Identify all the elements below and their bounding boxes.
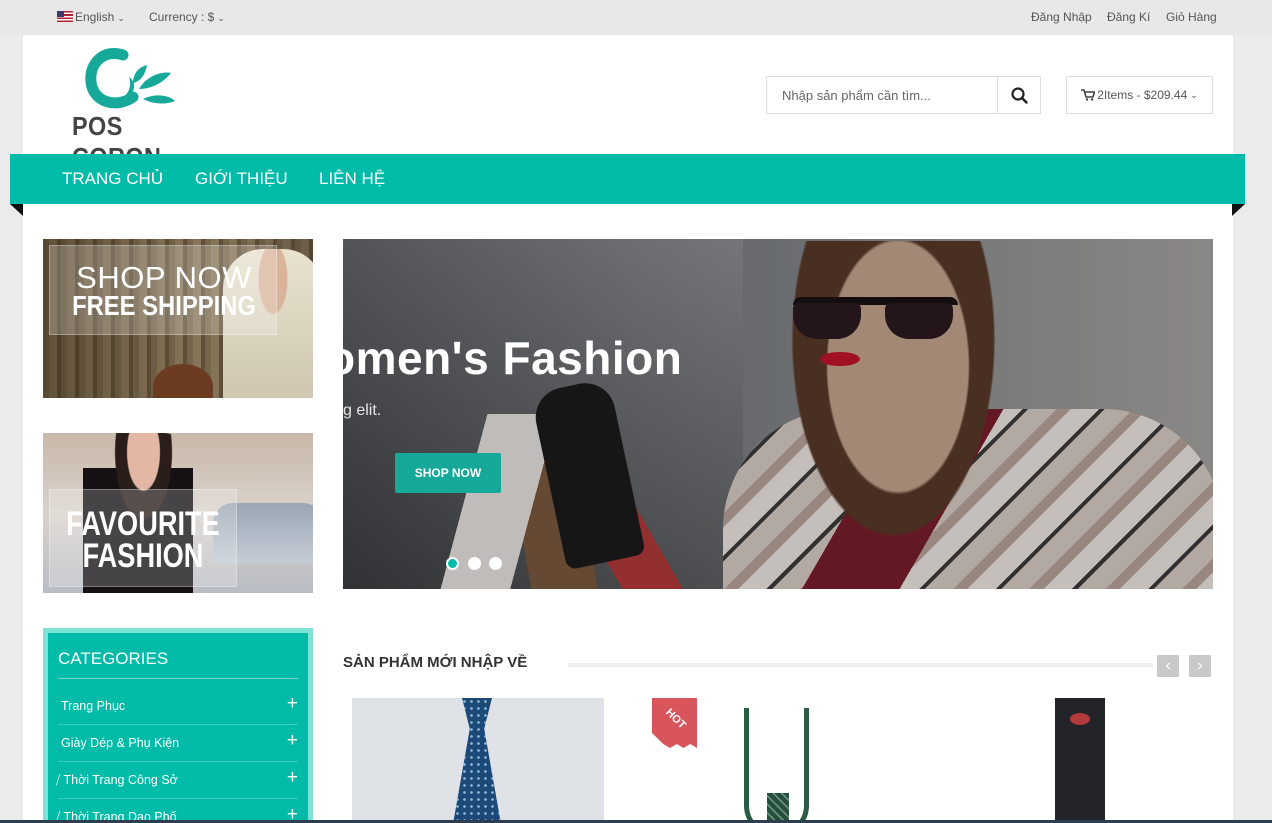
search-icon	[1011, 86, 1028, 104]
logo[interactable]: POS CORON	[71, 47, 206, 172]
flag-us-icon	[57, 11, 73, 22]
banner-line2: FASHION	[82, 537, 204, 575]
nav-item-contact[interactable]: LIÊN HỆ	[319, 169, 385, 189]
banner-line2: FREE SHIPPING	[72, 290, 256, 321]
category-label: Trang Phục	[61, 699, 126, 713]
categories-panel: CATEGORIES Trang Phục + Giày Dép & Phụ K…	[43, 628, 313, 823]
chevron-down-icon: ⌄	[1190, 89, 1198, 100]
category-label: Giày Dép & Phụ Kiện	[61, 736, 180, 750]
category-item[interactable]: ⧸ Thời Trang Công Sở +	[56, 762, 298, 799]
search-button[interactable]	[997, 77, 1041, 113]
language-selector[interactable]: English ⌄	[57, 10, 125, 24]
product-card[interactable]	[352, 698, 604, 823]
hero-slider: omen's Fashion g elit. SHOP NOW	[343, 239, 1213, 589]
nav-item-home[interactable]: TRANG CHỦ	[62, 169, 163, 189]
banner-favourite-fashion[interactable]: FAVOURITE FASHION	[43, 433, 313, 593]
slide-title: omen's Fashion	[343, 332, 683, 384]
chevron-down-icon: ⌄	[117, 13, 125, 23]
cart-icon	[1081, 89, 1096, 101]
product-image-tie-knot	[767, 793, 789, 823]
chevron-down-icon: ⌄	[217, 13, 225, 23]
search-input[interactable]	[767, 77, 997, 113]
product-image-blue-tie	[453, 698, 501, 823]
banner-free-shipping[interactable]: SHOP NOW FREE SHIPPING	[43, 239, 313, 398]
cart-dropdown[interactable]: 2Items - $209.44 ⌄	[1066, 76, 1213, 114]
slide-shade	[343, 239, 1213, 589]
plus-icon[interactable]: +	[287, 731, 298, 750]
product-card[interactable]: HOT	[652, 698, 902, 823]
new-products-title: SẢN PHẨM MỚI NHẬP VỀ	[343, 654, 528, 671]
top-bar: English ⌄ Currency : $ ⌄ Đăng Nhập Đăng Kí…	[0, 0, 1272, 35]
plus-icon[interactable]: +	[287, 694, 298, 713]
category-item[interactable]: Trang Phục +	[58, 688, 298, 725]
cart-summary: 2Items - $209.44	[1097, 88, 1188, 102]
section-divider	[568, 663, 1153, 667]
search-box	[766, 76, 1041, 114]
nav-fold-left	[10, 204, 23, 216]
register-link[interactable]: Đăng Kí	[1107, 10, 1150, 24]
header: POS CORON 2Items - $209.44 ⌄	[23, 35, 1233, 172]
shop-now-button[interactable]: SHOP NOW	[395, 453, 501, 493]
plus-icon[interactable]: +	[287, 768, 298, 787]
slider-dot-3[interactable]	[489, 557, 502, 570]
bee-icon	[1070, 713, 1090, 725]
slider-dot-1[interactable]	[446, 557, 459, 570]
currency-selector[interactable]: Currency : $ ⌄	[149, 10, 225, 24]
main-nav: TRANG CHỦ GIỚI THIỆU LIÊN HỆ	[10, 154, 1245, 204]
product-card[interactable]	[950, 698, 1200, 823]
banner-chair-image	[153, 364, 213, 398]
category-label: ⧸ Thời Trang Công Sở	[56, 773, 178, 787]
slide-subtitle: g elit.	[343, 402, 382, 419]
login-link[interactable]: Đăng Nhập	[1031, 10, 1092, 24]
slider-dot-2[interactable]	[468, 557, 481, 570]
category-item[interactable]: Giày Dép & Phụ Kiện +	[58, 725, 298, 762]
language-label: English	[75, 10, 115, 24]
currency-label: Currency : $	[149, 10, 215, 24]
hot-badge-label: HOT	[663, 706, 689, 732]
hot-badge: HOT	[652, 698, 697, 748]
nav-fold-right	[1232, 204, 1245, 216]
banner-overlay-box: SHOP NOW FREE SHIPPING	[49, 245, 277, 335]
categories-divider	[58, 678, 298, 679]
chevron-right-icon[interactable]: ›	[1189, 655, 1211, 677]
nav-item-about[interactable]: GIỚI THIỆU	[195, 169, 288, 189]
chevron-left-icon[interactable]: ‹	[1157, 655, 1179, 677]
cart-link[interactable]: Giỏ Hàng	[1166, 10, 1217, 24]
categories-title: CATEGORIES	[58, 649, 169, 668]
